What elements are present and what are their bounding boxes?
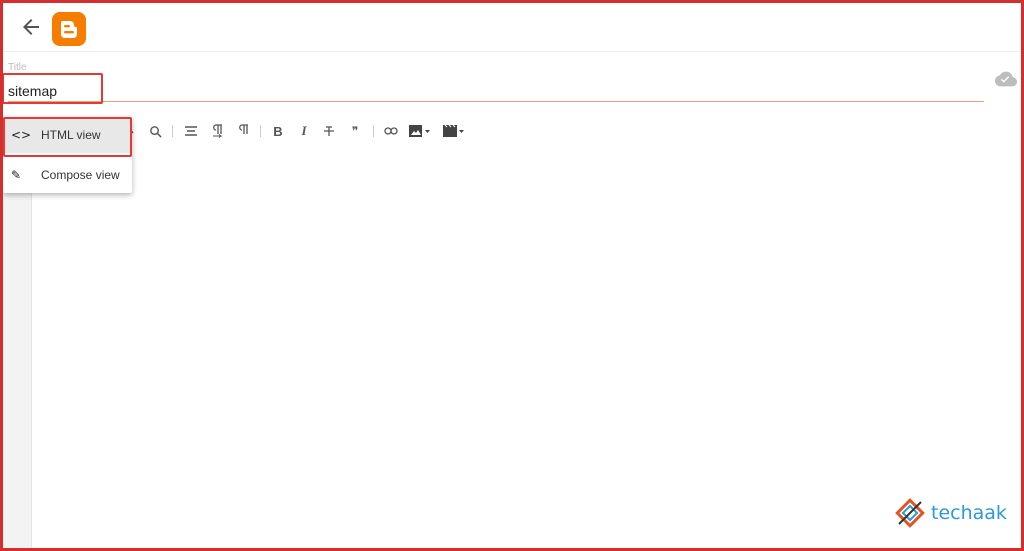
toolbar-separator — [172, 125, 173, 137]
cloud-saved-icon — [995, 71, 1017, 87]
toolbar-separator — [260, 125, 261, 137]
title-label: Title — [8, 62, 27, 73]
quote-icon[interactable]: ❞ — [348, 120, 362, 142]
editor-gutter — [3, 148, 32, 548]
html-view-highlight-box — [3, 117, 132, 157]
screenshot-border — [0, 0, 1024, 551]
paragraph-rtl-icon[interactable] — [236, 120, 250, 142]
title-highlight-box — [2, 73, 103, 104]
image-icon[interactable] — [408, 120, 432, 142]
italic-icon[interactable]: I — [298, 120, 310, 142]
brand-watermark: techaak — [895, 498, 1007, 528]
editor-toolbar: B I ❞ — [0, 120, 1020, 142]
strikethrough-icon[interactable] — [322, 120, 336, 142]
arrow-left-icon[interactable] — [19, 15, 43, 39]
bold-icon[interactable]: B — [272, 120, 284, 142]
top-bar — [3, 3, 1021, 52]
compose-view-option[interactable]: ✎ Compose view — [3, 157, 132, 193]
align-icon[interactable] — [184, 120, 198, 142]
compose-view-label: Compose view — [41, 168, 120, 182]
toolbar-separator — [373, 125, 374, 137]
pencil-icon: ✎ — [11, 168, 22, 182]
link-icon[interactable] — [384, 120, 398, 142]
find-replace-icon[interactable] — [148, 120, 162, 142]
blogger-logo-icon[interactable] — [52, 12, 86, 46]
techaak-logo-icon — [895, 498, 925, 528]
paragraph-ltr-icon[interactable] — [210, 120, 224, 142]
title-underline — [8, 101, 984, 102]
video-icon[interactable] — [442, 120, 466, 142]
brand-name: techaak — [931, 502, 1007, 524]
